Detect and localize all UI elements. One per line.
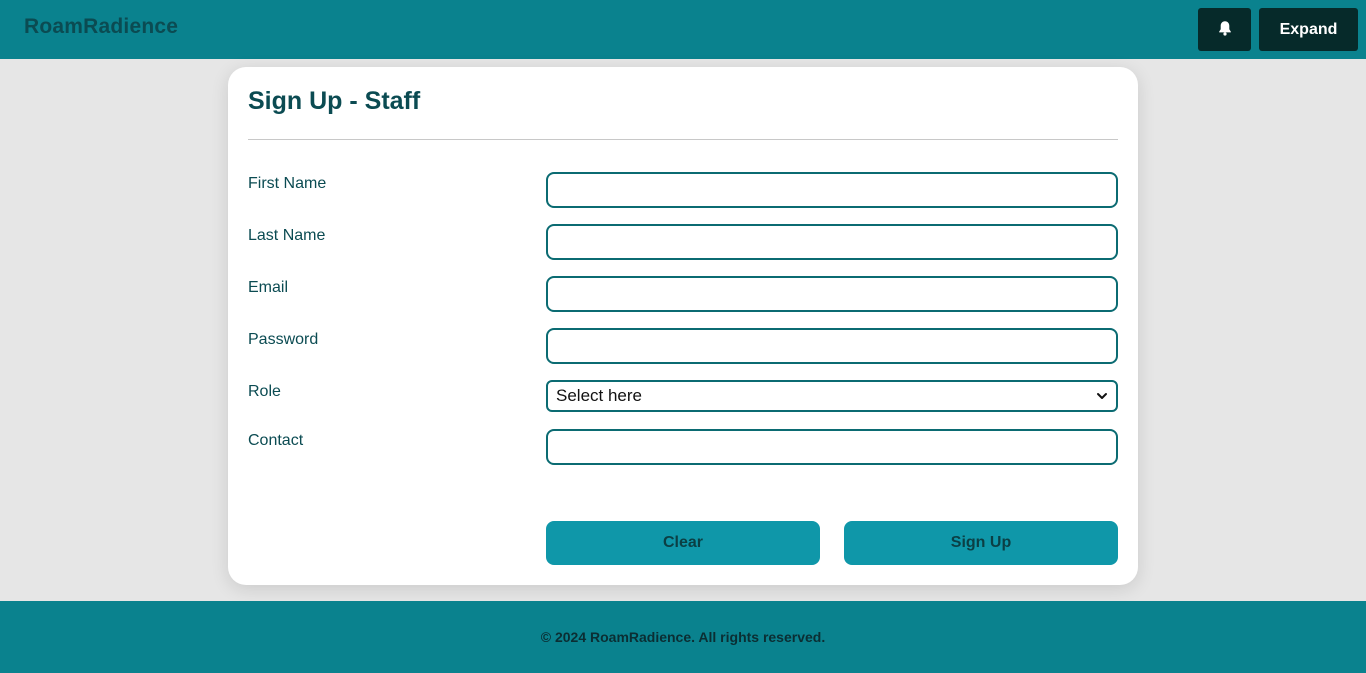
last-name-label: Last Name <box>248 227 326 244</box>
last-name-input[interactable] <box>546 224 1118 260</box>
chevron-down-icon <box>1088 382 1116 410</box>
first-name-input[interactable] <box>546 172 1118 208</box>
title-divider <box>248 139 1118 140</box>
role-selected-value: Select here <box>556 386 642 405</box>
password-input[interactable] <box>546 328 1118 364</box>
clear-button[interactable]: Clear <box>546 521 820 565</box>
contact-input[interactable] <box>546 429 1118 465</box>
copyright-text: © 2024 RoamRadience. All rights reserved… <box>540 629 826 645</box>
password-label: Password <box>248 331 319 348</box>
brand-logo-text[interactable]: RoamRadience <box>24 15 178 39</box>
email-input[interactable] <box>546 276 1118 312</box>
page-title: Sign Up - Staff <box>248 87 421 115</box>
contact-label: Contact <box>248 432 304 449</box>
email-label: Email <box>248 279 289 296</box>
notifications-button[interactable] <box>1198 8 1251 51</box>
signup-button[interactable]: Sign Up <box>844 521 1118 565</box>
expand-button[interactable]: Expand <box>1259 8 1358 51</box>
role-label: Role <box>248 383 281 400</box>
role-select[interactable]: Select here <box>546 380 1118 412</box>
top-navbar: RoamRadience Expand <box>0 0 1366 59</box>
signup-card: Sign Up - Staff First Name Last Name Ema… <box>228 67 1138 585</box>
bell-icon <box>1217 20 1233 39</box>
page-footer: © 2024 RoamRadience. All rights reserved… <box>0 601 1366 673</box>
first-name-label: First Name <box>248 175 327 192</box>
